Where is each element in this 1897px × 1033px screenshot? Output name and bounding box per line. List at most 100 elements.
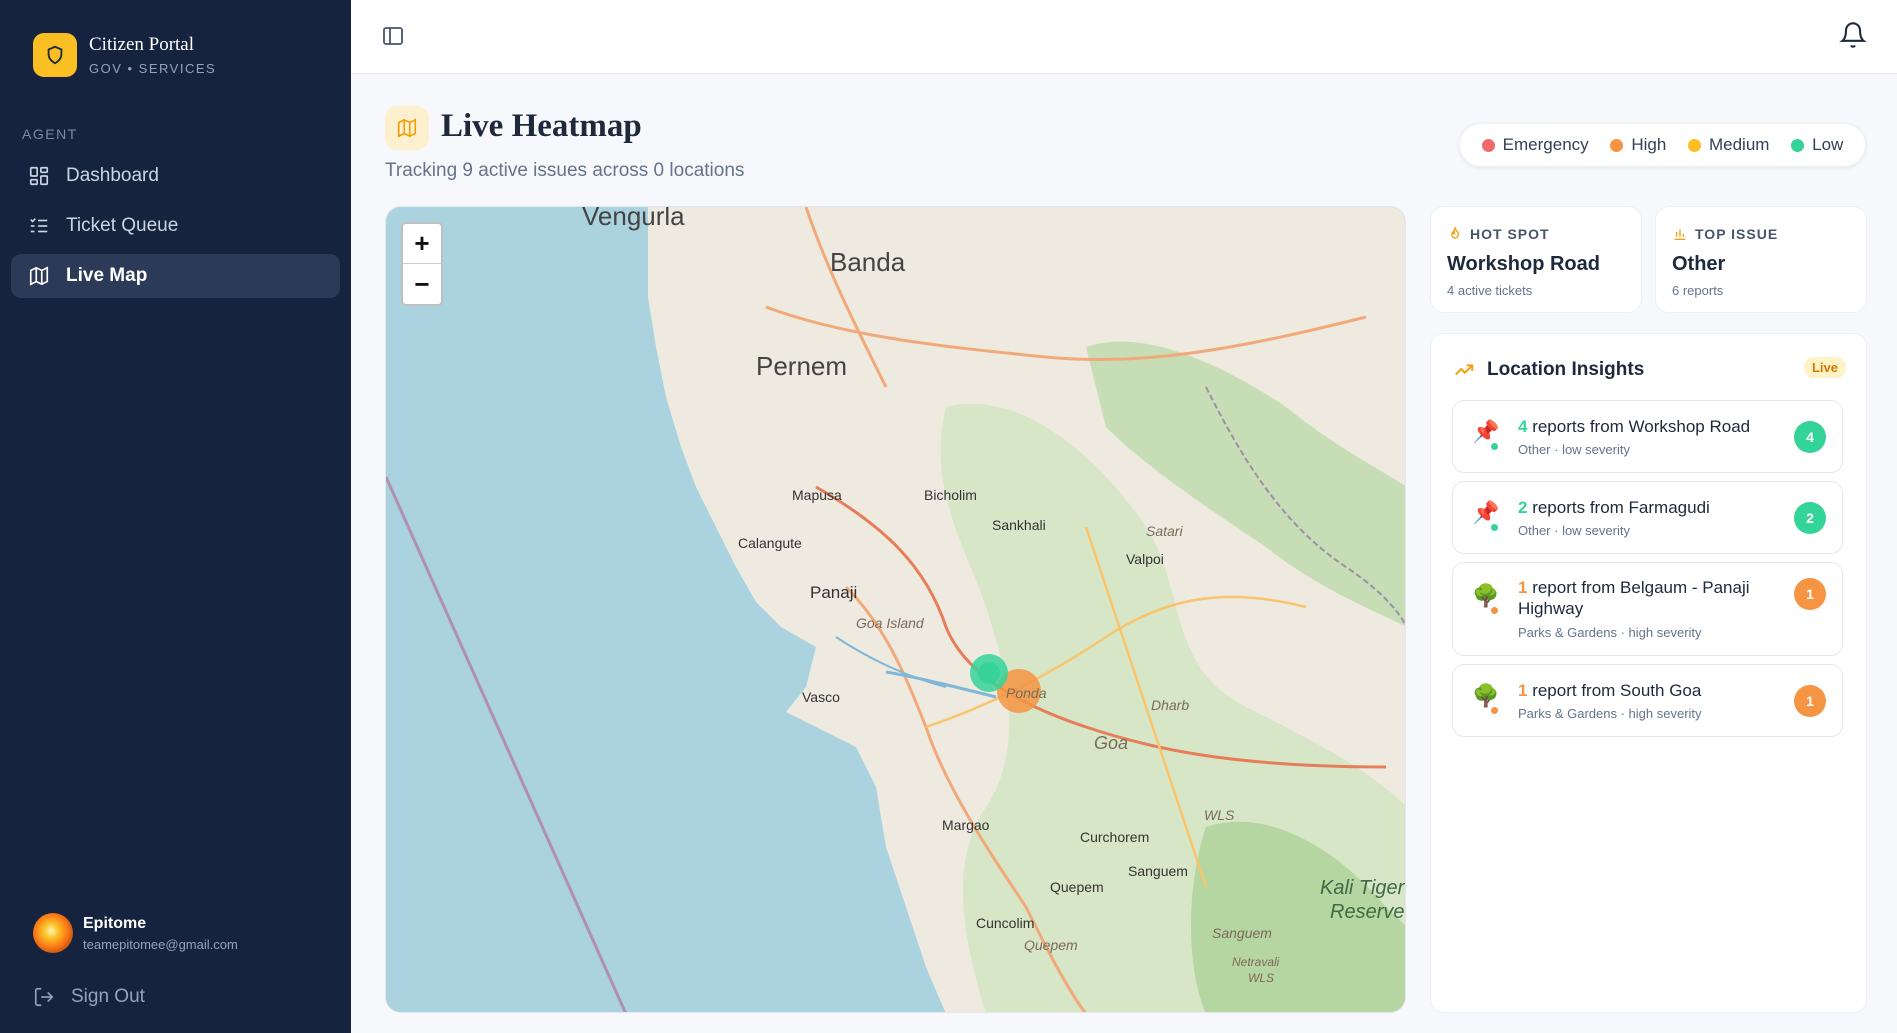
- top-bar: [351, 0, 1897, 74]
- map-label: Ponda: [1006, 685, 1047, 701]
- map-label: Sanguem: [1212, 925, 1272, 941]
- severity-dot: [1490, 706, 1499, 715]
- heatmap-map[interactable]: + − Vengurla Banda Pernem Mapusa Bicholi…: [385, 206, 1406, 1013]
- hotspot-sub: 4 active tickets: [1447, 283, 1533, 298]
- map-label: Vasco: [802, 689, 840, 705]
- bell-icon[interactable]: [1839, 21, 1867, 49]
- bar-chart-icon: [1674, 229, 1686, 240]
- insight-text: report from Belgaum - Panaji Highway: [1518, 578, 1750, 618]
- map-label: Pernem: [756, 351, 848, 381]
- sidebar-nav: Dashboard Ticket Queue Live Map: [11, 154, 340, 304]
- map-label: Mapusa: [792, 487, 842, 503]
- map-icon: [29, 266, 49, 286]
- avatar: [33, 913, 73, 953]
- map-label: WLS: [1248, 971, 1275, 985]
- hotspot-value: Workshop Road: [1447, 253, 1600, 275]
- zoom-in-button[interactable]: +: [403, 224, 441, 264]
- insight-badge: 1: [1794, 685, 1826, 717]
- map-label: Vengurla: [582, 206, 685, 231]
- insight-item[interactable]: 📌 4 reports from Workshop Road Other · l…: [1452, 400, 1843, 473]
- map-label: Goa: [1094, 733, 1129, 753]
- brand[interactable]: Citizen Portal GOV • SERVICES: [33, 33, 216, 77]
- section-label: AGENT: [22, 126, 78, 142]
- map-label: Satari: [1146, 523, 1183, 539]
- map-label: Quepem: [1024, 937, 1078, 953]
- sidebar-item-label: Ticket Queue: [66, 215, 179, 236]
- legend-item-low: Low: [1791, 135, 1843, 155]
- heat-markers: [970, 654, 1041, 713]
- sidebar: Citizen Portal GOV • SERVICES AGENT Dash…: [0, 0, 351, 1033]
- user-email: teamepitomee@gmail.com: [83, 936, 238, 952]
- legend-item-high: High: [1610, 135, 1666, 155]
- flame-icon: [1450, 226, 1460, 239]
- map-label: Dharb: [1151, 697, 1190, 713]
- sidebar-item-dashboard[interactable]: Dashboard: [11, 154, 340, 198]
- insight-meta: Other · low severity: [1518, 442, 1630, 457]
- sign-out-button[interactable]: Sign Out: [33, 986, 145, 1008]
- insight-item[interactable]: 🌳 1 report from Belgaum - Panaji Highway…: [1452, 562, 1843, 656]
- map-label: Kali Tiger: [1320, 877, 1405, 899]
- hotspot-card: HOT SPOT Workshop Road 4 active tickets: [1430, 206, 1642, 313]
- map-label: Cuncolim: [976, 915, 1035, 931]
- live-badge: Live: [1803, 357, 1846, 378]
- legend-item-medium: Medium: [1687, 135, 1769, 155]
- sidebar-toggle-icon[interactable]: [381, 24, 405, 48]
- insight-badge: 2: [1794, 502, 1826, 534]
- top-issue-value: Other: [1672, 253, 1726, 275]
- map-label: Margao: [942, 817, 990, 833]
- insight-text: reports from Farmagudi: [1527, 498, 1710, 517]
- location-insights-panel: Location Insights Live 📌 4 reports from …: [1430, 333, 1867, 1013]
- map-label: Sanguem: [1128, 863, 1188, 879]
- shield-icon: [33, 33, 77, 77]
- map-label: Goa Island: [856, 615, 924, 631]
- logout-icon: [34, 987, 54, 1007]
- insight-item[interactable]: 🌳 1 report from South Goa Parks & Garden…: [1452, 664, 1843, 737]
- sidebar-item-live-map[interactable]: Live Map: [11, 254, 340, 298]
- map-label: Reserve: [1330, 901, 1405, 923]
- map-label: Panaji: [810, 583, 858, 602]
- sign-out-label: Sign Out: [71, 986, 145, 1007]
- page-subtitle: Tracking 9 active issues across 0 locati…: [385, 160, 745, 181]
- brand-title: Citizen Portal: [89, 34, 195, 55]
- map-label: Netravali: [1232, 955, 1280, 969]
- insight-meta: Other · low severity: [1518, 523, 1630, 538]
- page-title: Live Heatmap: [441, 108, 642, 144]
- sidebar-item-ticket-queue[interactable]: Ticket Queue: [11, 204, 340, 248]
- insight-meta: Parks & Gardens · high severity: [1518, 706, 1702, 721]
- severity-dot: [1490, 523, 1499, 532]
- dashboard-icon: [29, 166, 49, 186]
- map-label: Banda: [830, 247, 906, 277]
- severity-dot: [1490, 442, 1499, 451]
- severity-dot: [1490, 606, 1499, 615]
- user-name: Epitome: [83, 914, 147, 932]
- insight-text: report from South Goa: [1527, 681, 1702, 700]
- map-label: Calangute: [738, 535, 802, 551]
- legend-item-emergency: Emergency: [1481, 135, 1589, 155]
- user-profile[interactable]: Epitome teamepitomee@gmail.com: [33, 913, 238, 953]
- zoom-control: + −: [401, 222, 443, 306]
- map-label: WLS: [1204, 807, 1235, 823]
- trending-up-icon: [1455, 364, 1474, 376]
- insight-text: reports from Workshop Road: [1527, 417, 1751, 436]
- brand-subtitle: GOV • SERVICES: [89, 61, 217, 76]
- insight-meta: Parks & Gardens · high severity: [1518, 625, 1702, 640]
- top-issue-sub: 6 reports: [1672, 283, 1724, 298]
- map-label: Sankhali: [992, 517, 1046, 533]
- map-icon: [385, 106, 429, 150]
- map-label: Bicholim: [924, 487, 977, 503]
- insight-badge: 4: [1794, 421, 1826, 453]
- top-issue-card: TOP ISSUE Other 6 reports: [1655, 206, 1867, 313]
- map-label: Quepem: [1050, 879, 1104, 895]
- list-icon: [30, 218, 48, 233]
- zoom-out-button[interactable]: −: [403, 264, 441, 304]
- sidebar-item-label: Dashboard: [66, 165, 159, 186]
- sidebar-item-label: Live Map: [66, 265, 148, 286]
- hotspot-label: HOT SPOT: [1470, 226, 1550, 242]
- insights-title: Location Insights: [1487, 359, 1645, 380]
- map-label: Valpoi: [1126, 551, 1164, 567]
- map-label: Curchorem: [1080, 829, 1150, 845]
- severity-legend: Emergency High Medium Low: [1459, 123, 1866, 167]
- insight-item[interactable]: 📌 2 reports from Farmagudi Other · low s…: [1452, 481, 1843, 554]
- insight-badge: 1: [1794, 578, 1826, 610]
- top-issue-label: TOP ISSUE: [1695, 226, 1779, 242]
